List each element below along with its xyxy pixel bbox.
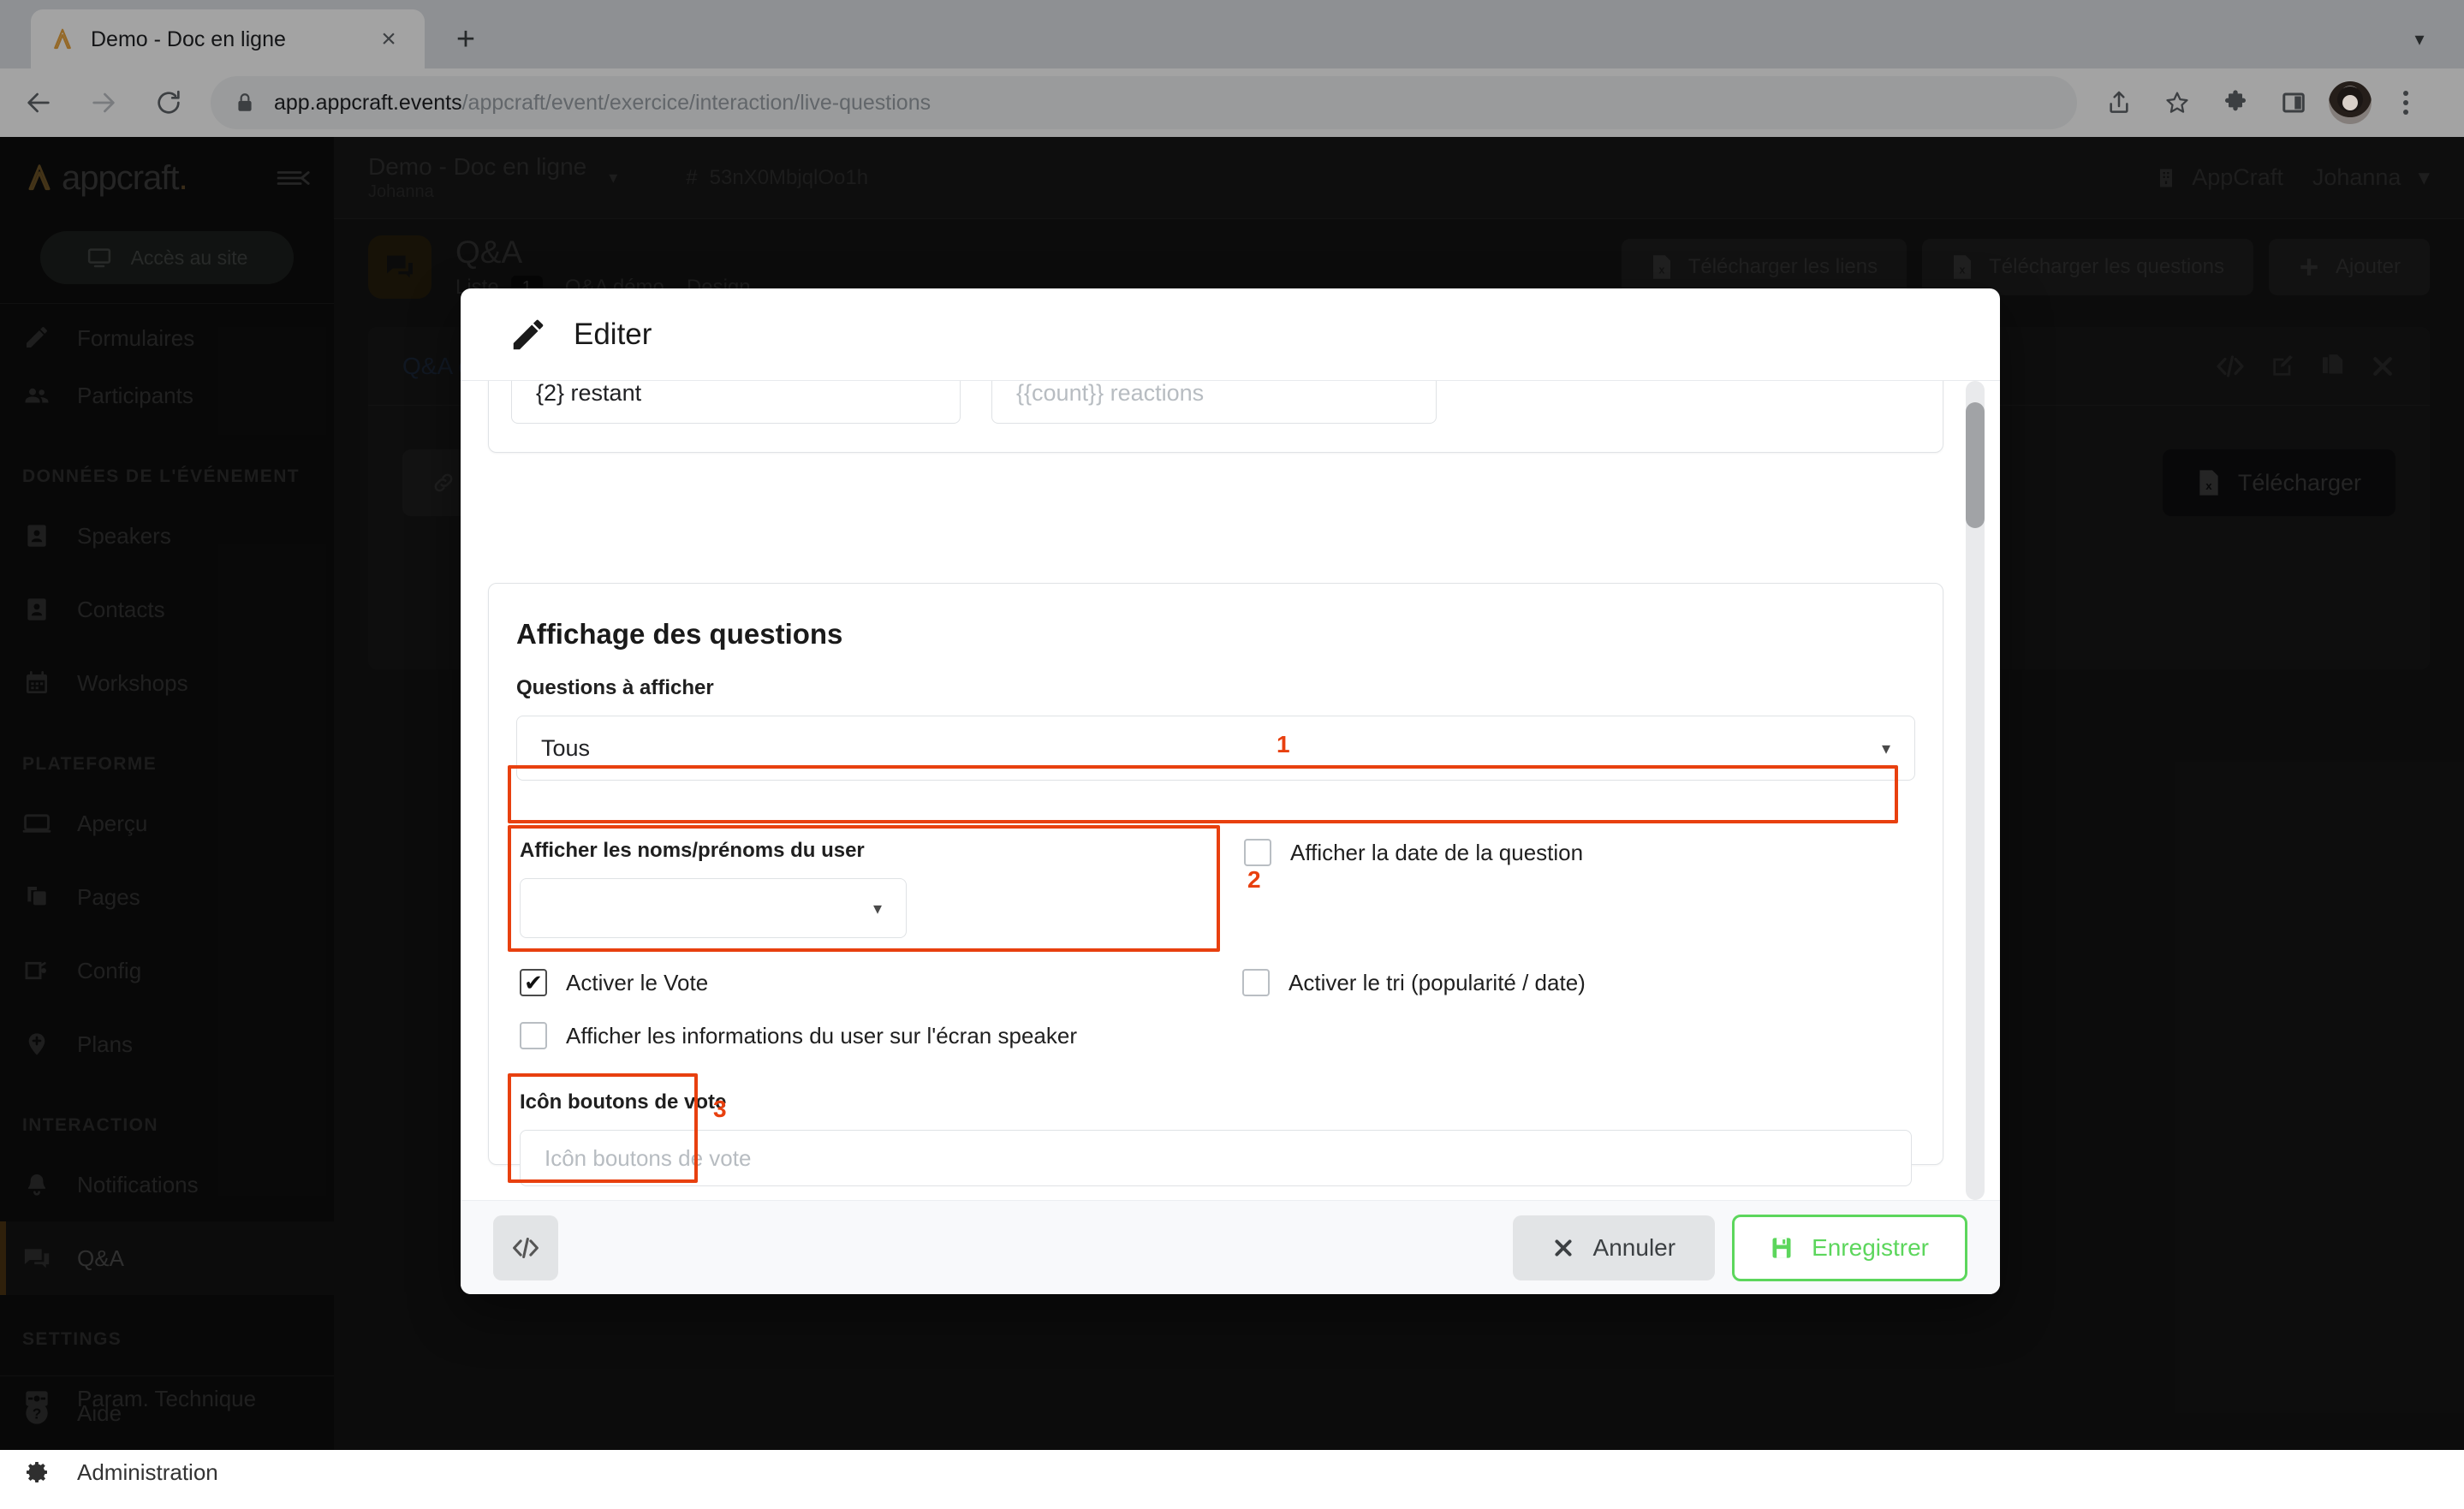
annotation-number-2: 2 — [1247, 866, 1261, 894]
close-icon — [1552, 1237, 1574, 1259]
sidebar-item-label: Administration — [77, 1459, 218, 1486]
restant-input[interactable]: {2} restant — [511, 381, 961, 424]
cancel-label: Annuler — [1593, 1234, 1676, 1262]
save-button[interactable]: Enregistrer — [1732, 1215, 1967, 1281]
modal-body: {2} restant {{count}} reactions Affichag… — [461, 381, 2000, 1200]
modal-scrollbar[interactable] — [1966, 381, 1985, 1200]
afficher-date-label: Afficher la date de la question — [1290, 840, 1583, 866]
save-label: Enregistrer — [1812, 1234, 1929, 1262]
activer-tri-checkbox[interactable] — [1242, 969, 1270, 996]
modal-scrollbar-thumb[interactable] — [1966, 402, 1985, 528]
afficher-infos-speaker-checkbox[interactable] — [520, 1022, 547, 1049]
activer-vote-checkbox-row[interactable]: ✔ Activer le Vote — [520, 969, 708, 996]
activer-vote-label: Activer le Vote — [566, 970, 708, 996]
cancel-button[interactable]: Annuler — [1513, 1215, 1716, 1280]
icon-boutons-vote-field: Icôn boutons de vote Icôn boutons de vot… — [520, 1090, 1912, 1186]
activer-tri-label: Activer le tri (popularité / date) — [1289, 970, 1586, 996]
afficher-infos-speaker-label: Afficher les informations du user sur l'… — [566, 1023, 1077, 1049]
modal-header: Editer — [461, 288, 2000, 381]
pencil-icon — [509, 315, 548, 354]
modal-title: Editer — [574, 318, 652, 352]
editer-modal: Editer {2} restant {{count}} reactions A… — [461, 288, 2000, 1294]
icon-boutons-de-vote-label: Icôn boutons de vote — [520, 1090, 1912, 1114]
afficher-noms-prenoms-select[interactable]: ▾ — [520, 878, 907, 938]
afficher-infos-speaker-checkbox-row[interactable]: Afficher les informations du user sur l'… — [520, 1022, 1077, 1049]
questions-a-afficher-label: Questions à afficher — [516, 676, 1915, 700]
reactions-input[interactable]: {{count}} reactions — [991, 381, 1437, 424]
modal-scroll-area: {2} restant {{count}} reactions Affichag… — [461, 381, 2000, 1200]
reactions-panel: {2} restant {{count}} reactions — [488, 381, 1943, 453]
code-view-button[interactable] — [493, 1215, 558, 1280]
affichage-questions-heading: Affichage des questions — [489, 584, 1943, 651]
annotation-number-1: 1 — [1277, 731, 1290, 758]
save-icon — [1771, 1236, 1793, 1260]
questions-a-afficher-field: Questions à afficher Tous ▾ — [516, 676, 1915, 781]
chevron-down-icon: ▾ — [1882, 738, 1890, 759]
afficher-date-checkbox[interactable] — [1244, 839, 1271, 866]
chevron-down-icon: ▾ — [873, 898, 882, 919]
questions-a-afficher-value: Tous — [541, 735, 590, 762]
affichage-questions-panel: Affichage des questions Questions à affi… — [488, 583, 1943, 1165]
annotation-number-3: 3 — [713, 1096, 727, 1123]
afficher-noms-prenoms-label: Afficher les noms/prénoms du user — [520, 839, 907, 863]
icon-boutons-vote-input[interactable]: Icôn boutons de vote — [520, 1130, 1912, 1186]
afficher-noms-prenoms-field: Afficher les noms/prénoms du user ▾ — [520, 839, 907, 938]
afficher-date-checkbox-row[interactable]: Afficher la date de la question — [1244, 839, 1583, 866]
activer-tri-checkbox-row[interactable]: Activer le tri (popularité / date) — [1242, 969, 1586, 996]
questions-a-afficher-select[interactable]: Tous ▾ — [516, 716, 1915, 781]
gear-icon — [22, 1458, 51, 1487]
modal-footer: Annuler Enregistrer — [461, 1200, 2000, 1294]
activer-vote-checkbox[interactable]: ✔ — [520, 969, 547, 996]
